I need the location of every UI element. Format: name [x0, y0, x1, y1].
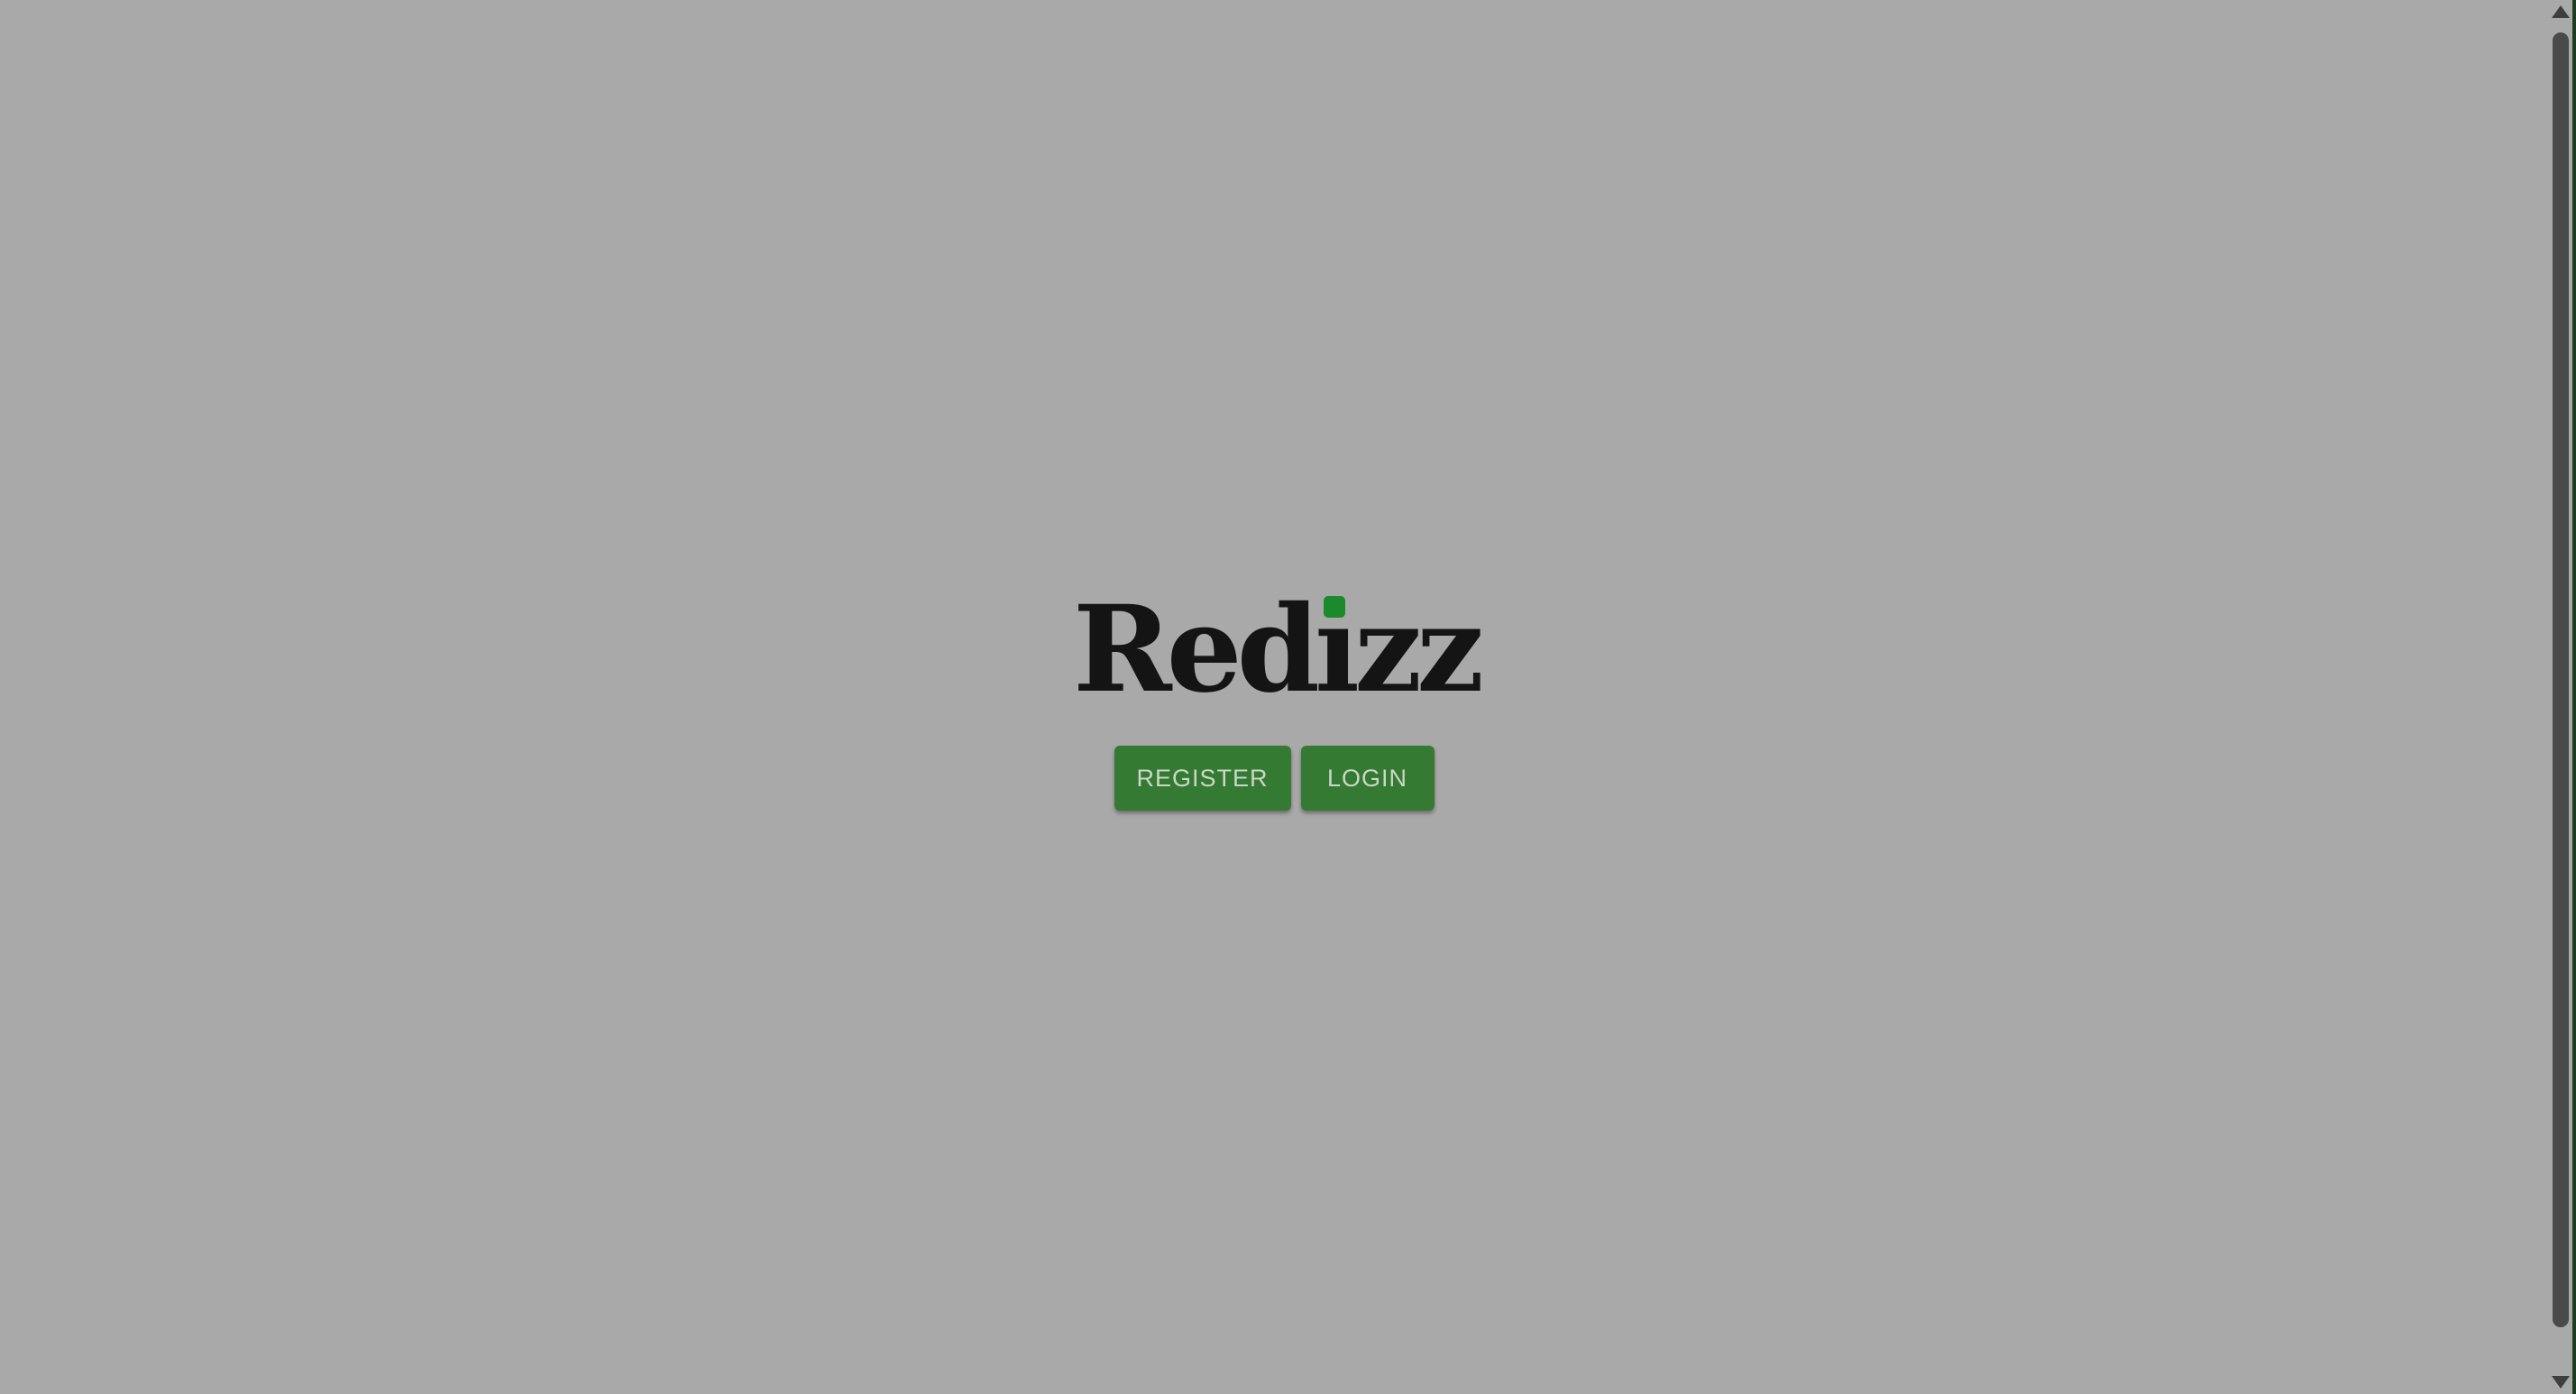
logo-green-dot-icon — [1324, 596, 1346, 618]
landing-content: Redı zz REGISTER LOGIN — [0, 591, 2548, 811]
vertical-scrollbar[interactable] — [2548, 0, 2572, 1394]
page-viewport: Redı zz REGISTER LOGIN — [0, 0, 2548, 1394]
logo-text-end: zz — [1354, 580, 1484, 720]
logo-letter-i: ı — [1314, 580, 1360, 720]
auth-buttons: REGISTER LOGIN — [1114, 746, 1435, 811]
window-edge — [2572, 0, 2576, 1394]
redizz-logo: Redı zz — [1073, 591, 1484, 710]
login-button[interactable]: LOGIN — [1300, 746, 1435, 811]
logo-text-start: Red — [1072, 580, 1320, 720]
scroll-up-arrow-icon[interactable] — [2552, 5, 2570, 18]
scrollbar-thumb[interactable] — [2553, 32, 2569, 1327]
register-button[interactable]: REGISTER — [1114, 746, 1291, 811]
scroll-down-arrow-icon[interactable] — [2552, 1376, 2570, 1389]
